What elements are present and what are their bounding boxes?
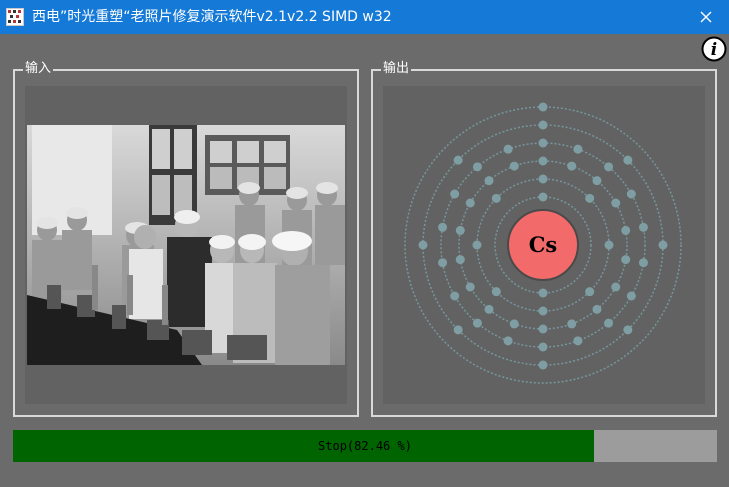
element-symbol: Cs bbox=[529, 232, 558, 257]
input-photo bbox=[27, 125, 345, 365]
electron bbox=[465, 282, 475, 292]
electron bbox=[604, 162, 614, 172]
electron bbox=[503, 336, 513, 346]
electron bbox=[438, 258, 448, 268]
electron bbox=[418, 240, 428, 250]
title-bar: 西电”时光重塑“老照片修复演示软件v2.1v2.2 SIMD w32 bbox=[0, 0, 729, 34]
electron bbox=[491, 287, 501, 297]
electron bbox=[585, 287, 595, 297]
info-icon: i bbox=[701, 36, 727, 62]
electron bbox=[592, 176, 602, 186]
info-glyph: i bbox=[711, 40, 717, 60]
electron bbox=[604, 240, 614, 250]
electron bbox=[472, 318, 482, 328]
electron bbox=[538, 156, 548, 166]
electron bbox=[453, 155, 463, 165]
electron bbox=[611, 282, 621, 292]
input-group-label: 输入 bbox=[23, 61, 54, 77]
electron bbox=[538, 360, 548, 370]
progress-bar: Stop(82.46 %) bbox=[13, 430, 717, 462]
electron bbox=[472, 162, 482, 172]
close-button[interactable] bbox=[683, 0, 729, 34]
electron bbox=[455, 255, 465, 265]
electron bbox=[638, 222, 648, 232]
electron bbox=[621, 255, 631, 265]
electron bbox=[626, 291, 636, 301]
electron bbox=[503, 144, 513, 154]
electron bbox=[538, 102, 548, 112]
app-logo-icon[interactable] bbox=[6, 8, 24, 26]
progress-status-text: Stop(82.46 %) bbox=[318, 439, 412, 453]
electron bbox=[567, 161, 577, 171]
electron bbox=[438, 222, 448, 232]
electron bbox=[592, 304, 602, 314]
electron bbox=[472, 240, 482, 250]
electron bbox=[538, 288, 548, 298]
electron bbox=[491, 193, 501, 203]
electron bbox=[484, 176, 494, 186]
electron bbox=[604, 318, 614, 328]
bohr-model: Cs bbox=[404, 102, 682, 384]
electron bbox=[538, 120, 548, 130]
electron bbox=[538, 174, 548, 184]
window-title: 西电”时光重塑“老照片修复演示软件v2.1v2.2 SIMD w32 bbox=[32, 9, 392, 25]
electron bbox=[538, 306, 548, 316]
electron bbox=[623, 325, 633, 335]
electron bbox=[509, 161, 519, 171]
info-button[interactable]: i bbox=[701, 36, 727, 62]
electron bbox=[465, 198, 475, 208]
electron bbox=[611, 198, 621, 208]
electron bbox=[623, 155, 633, 165]
electron bbox=[567, 319, 577, 329]
electron bbox=[538, 192, 548, 202]
electron bbox=[509, 319, 519, 329]
electron bbox=[450, 189, 460, 199]
electron bbox=[573, 144, 583, 154]
electron bbox=[658, 240, 668, 250]
electron bbox=[453, 325, 463, 335]
output-group-label: 输出 bbox=[381, 61, 412, 77]
electron bbox=[538, 342, 548, 352]
electron bbox=[538, 138, 548, 148]
electron bbox=[484, 304, 494, 314]
electron bbox=[455, 225, 465, 235]
electron bbox=[621, 225, 631, 235]
electron bbox=[450, 291, 460, 301]
close-icon bbox=[700, 11, 712, 23]
electron bbox=[538, 324, 548, 334]
electron bbox=[638, 258, 648, 268]
electron bbox=[626, 189, 636, 199]
electron bbox=[573, 336, 583, 346]
electron bbox=[585, 193, 595, 203]
